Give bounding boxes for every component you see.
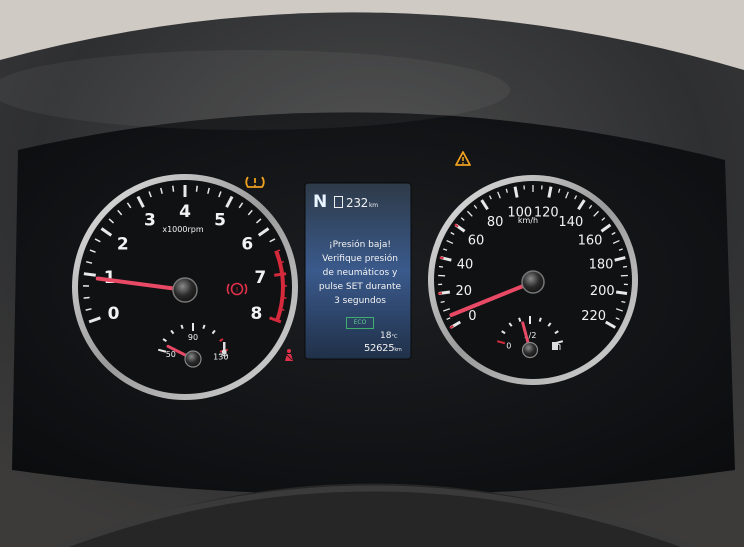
tachometer-unit-label: x1000rpm: [162, 225, 203, 234]
tachometer-tick-label: 4: [179, 202, 191, 222]
center-display-content: N 232km ¡Presión baja! Verifique presión…: [308, 186, 408, 356]
message-line: pulse SET durante: [318, 282, 402, 292]
tachometer-tick-label: 2: [117, 234, 129, 254]
speedometer-tick-label: 180: [589, 257, 614, 272]
speedometer-tick-label: 60: [468, 233, 485, 248]
speedometer-tick-label: 80: [487, 215, 504, 230]
coolant-needle-cap: [184, 350, 202, 368]
odometer: 52625km: [364, 343, 402, 354]
warning-message: ¡Presión baja! Verifique presión de neum…: [314, 238, 406, 308]
range-unit: km: [369, 202, 378, 209]
eco-indicator: ECO: [346, 317, 374, 329]
tachometer-tick-label: 7: [254, 268, 266, 288]
speedometer-tick: [513, 186, 519, 198]
outside-temp-unit: °C: [391, 334, 398, 340]
tachometer-tick-label: 6: [241, 234, 253, 254]
speedometer-tick-label: 220: [581, 309, 606, 324]
message-line: 3 segundos: [334, 296, 386, 306]
speedometer-tick-label: 200: [590, 284, 615, 299]
tachometer: 012345678 x1000rpm: [72, 174, 298, 400]
tachometer-tick: [195, 185, 198, 192]
tachometer-tick: [83, 296, 90, 299]
tachometer-tick-label: 0: [108, 304, 120, 324]
message-line: ¡Presión baja!: [328, 240, 392, 250]
coolant-tick-label: 50: [166, 350, 176, 359]
speedometer-unit-label: km/h: [518, 216, 538, 225]
odometer-unit: km: [394, 347, 402, 353]
speedometer-tick: [622, 265, 628, 268]
speedometer-tick: [547, 186, 553, 198]
gear-indicator: N: [313, 192, 328, 212]
speedometer-tick-label: 140: [558, 215, 583, 230]
tachometer-tick-label: 5: [214, 211, 226, 231]
tachometer-tick-label: 3: [144, 211, 156, 231]
range-readout: 232km: [346, 196, 378, 210]
tachometer-tick: [172, 185, 175, 192]
odometer-value: 52625: [364, 343, 395, 354]
coolant-tick: [180, 324, 184, 330]
message-line: Verifique presión: [322, 254, 398, 264]
speedometer-tick-label: 160: [578, 233, 603, 248]
speedometer-tick: [615, 290, 628, 296]
message-line: de neumáticos y: [322, 268, 398, 278]
range-value: 232: [346, 196, 369, 210]
outside-temperature: 18°C: [380, 331, 397, 341]
fuel-tick: [538, 317, 542, 322]
tachometer-needle-cap: [172, 277, 198, 303]
fuel-tick-label: 0: [506, 341, 511, 350]
outside-temp-value: 18: [380, 331, 392, 341]
speedometer-needle-cap: [521, 270, 545, 294]
fuel-range-icon: [334, 196, 343, 208]
speedometer-red-mark: [437, 292, 443, 295]
fuel-needle-cap: [521, 341, 539, 359]
speedometer-red-mark: [439, 256, 444, 260]
fuel-tick: [518, 317, 522, 322]
speedometer-tick: [621, 300, 626, 304]
speedometer-tick-label: 20: [455, 284, 472, 299]
speedometer-tick: [438, 265, 444, 268]
speedometer-tick-label: 0: [468, 309, 476, 324]
speedometer-tick: [440, 300, 445, 304]
tachometer-tick: [83, 272, 96, 277]
tachometer-tick-label: 8: [250, 304, 262, 324]
coolant-tick: [202, 324, 206, 330]
coolant-tick-label: 90: [188, 333, 198, 342]
svg-text:!: !: [236, 286, 239, 294]
speedometer-tick-label: 40: [457, 257, 474, 272]
